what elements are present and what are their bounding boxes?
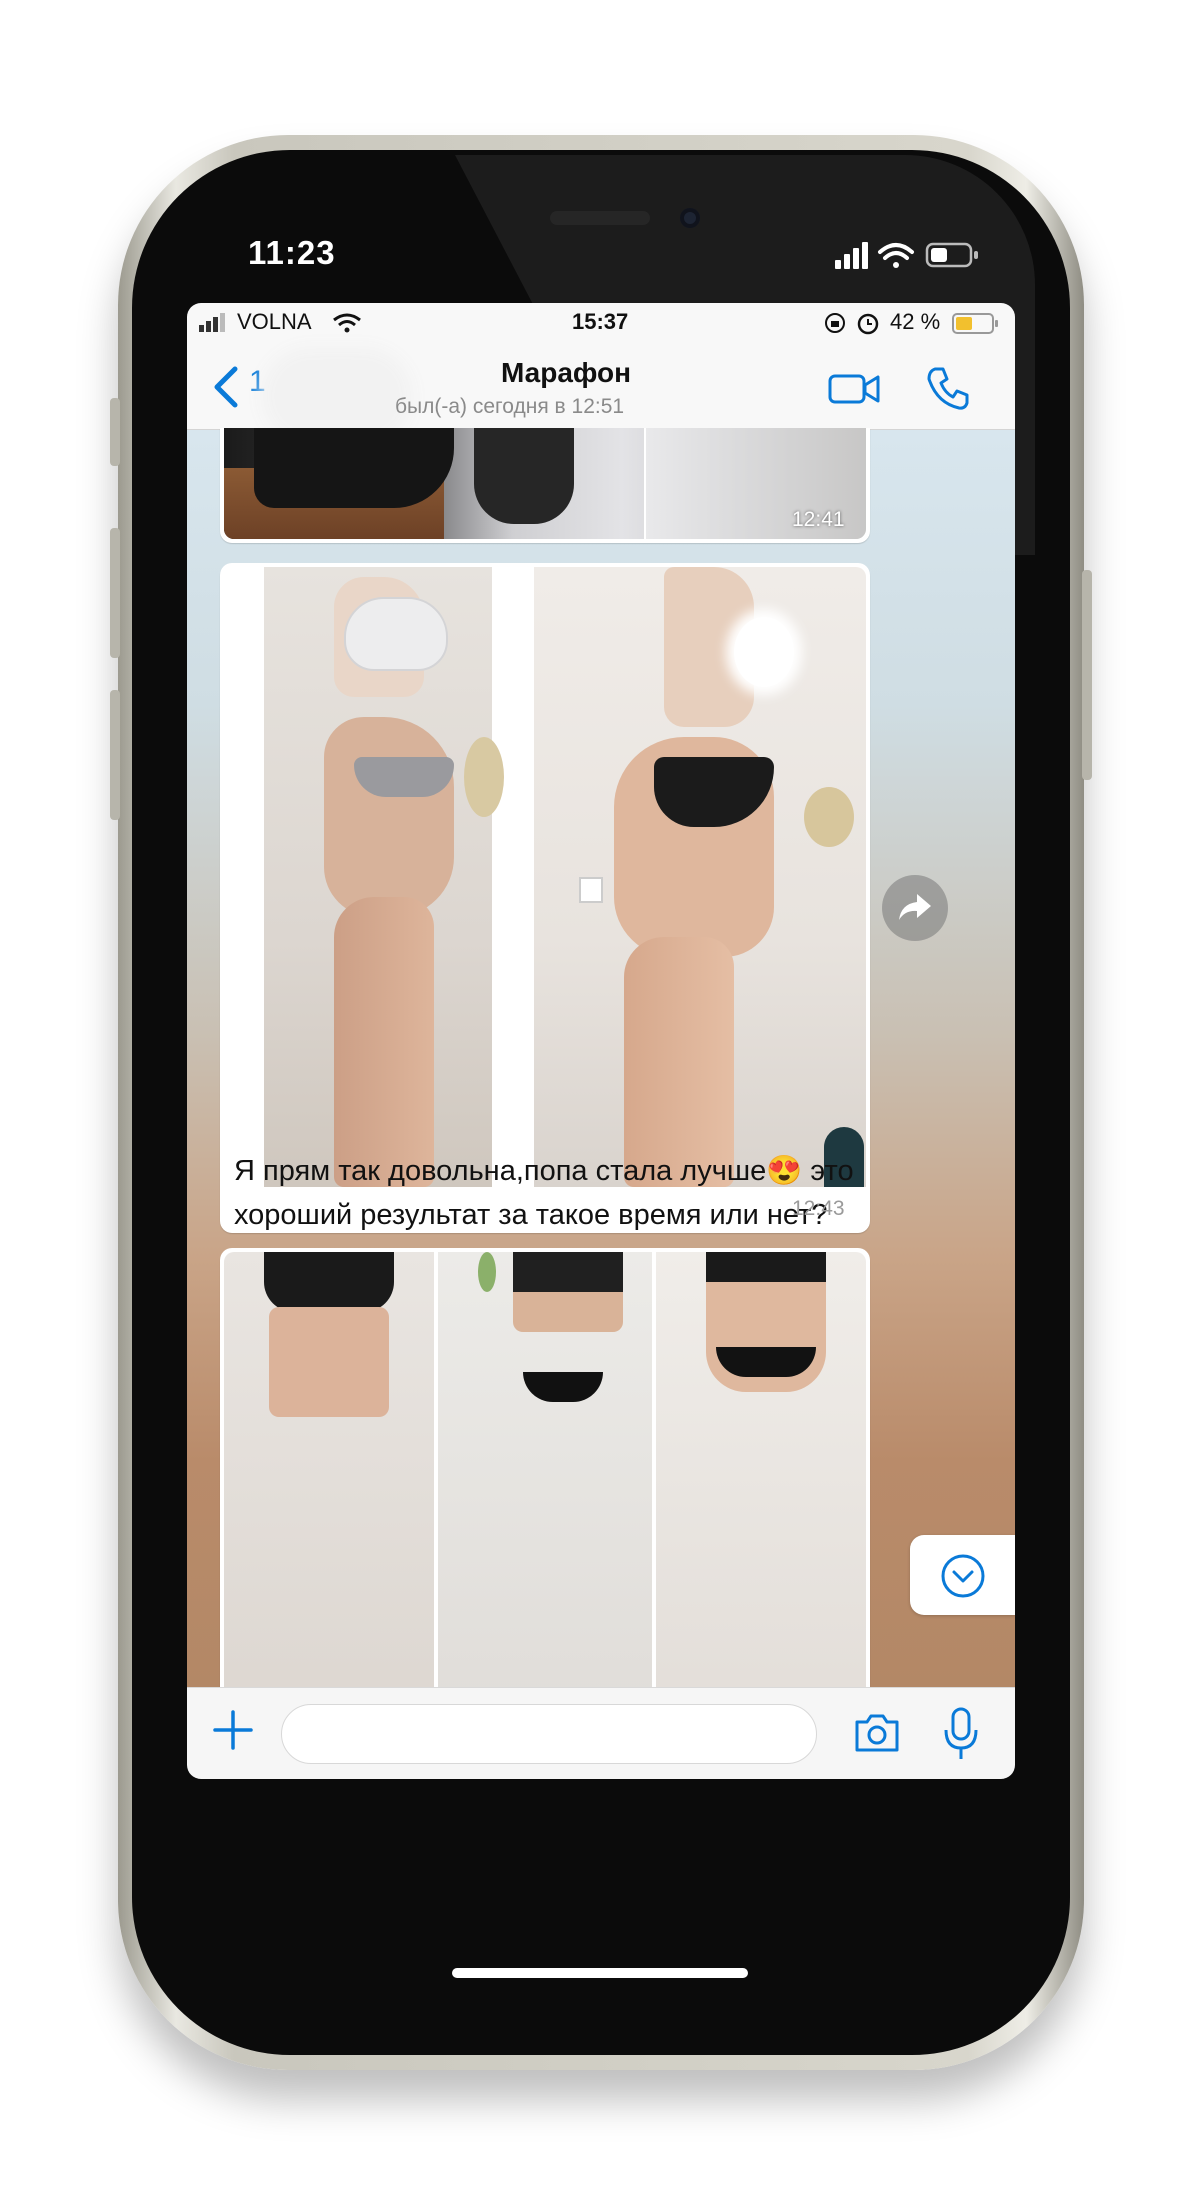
plus-icon[interactable] (211, 1708, 255, 1752)
mute-switch (110, 398, 120, 466)
microphone-icon[interactable] (941, 1706, 981, 1762)
status-time: 15:37 (572, 309, 629, 334)
battery-icon (925, 242, 978, 268)
chat-title[interactable]: Марафон (501, 357, 631, 389)
camera-icon[interactable] (853, 1710, 901, 1754)
message-input-bar (187, 1687, 1015, 1779)
message-time: 12:41 (792, 508, 845, 531)
chevron-down-circle-icon (941, 1554, 985, 1598)
back-unread-count[interactable]: 1 (249, 365, 266, 399)
message-photo-caption[interactable]: Я прям так довольна,попа стала лучше😍 эт… (220, 563, 870, 1363)
device-status-icons (835, 242, 978, 269)
message-photo-collage[interactable] (220, 1248, 870, 1708)
cell-signal-icon (199, 313, 225, 332)
volume-up-button (110, 528, 120, 658)
forward-arrow-icon (899, 894, 931, 920)
front-camera (680, 208, 700, 228)
message-time: 12:43 (792, 1197, 845, 1220)
photo-collage[interactable] (224, 1252, 866, 1708)
blurred-avatar[interactable] (277, 363, 397, 429)
carrier-name: VOLNA (237, 309, 312, 334)
wifi-small-icon (333, 313, 361, 333)
last-seen-status: был(-а) сегодня в 12:51 (395, 395, 625, 418)
status-bar: VOLNA 15:37 42 % (187, 303, 1015, 343)
message-input[interactable] (281, 1704, 817, 1764)
power-button (1082, 570, 1092, 780)
forward-button[interactable] (882, 875, 948, 941)
battery-percent: 42 % (890, 309, 941, 334)
alarm-icon (857, 313, 879, 335)
scroll-down-button[interactable] (910, 1535, 1015, 1615)
video-camera-icon[interactable] (827, 371, 881, 407)
home-indicator[interactable] (452, 1968, 748, 1978)
volume-down-button (110, 690, 120, 820)
phone-screen: VOLNA 15:37 42 % 1 Марафон был(-а) сегод… (187, 303, 1015, 1779)
chat-header: 1 Марафон был(-а) сегодня в 12:51 (187, 343, 1015, 430)
wifi-icon (878, 243, 914, 268)
message-photo-1[interactable]: 12:41 (220, 428, 870, 543)
device-clock: 11:23 (248, 234, 336, 271)
phone-icon[interactable] (925, 365, 971, 411)
photo-legs[interactable] (224, 428, 866, 539)
signal-icon (835, 242, 868, 269)
chevron-left-icon[interactable] (211, 365, 241, 409)
orientation-lock-icon (825, 313, 845, 333)
battery-level-icon (952, 313, 998, 334)
photo-before-after[interactable] (224, 567, 866, 1187)
earpiece-speaker (550, 211, 650, 225)
